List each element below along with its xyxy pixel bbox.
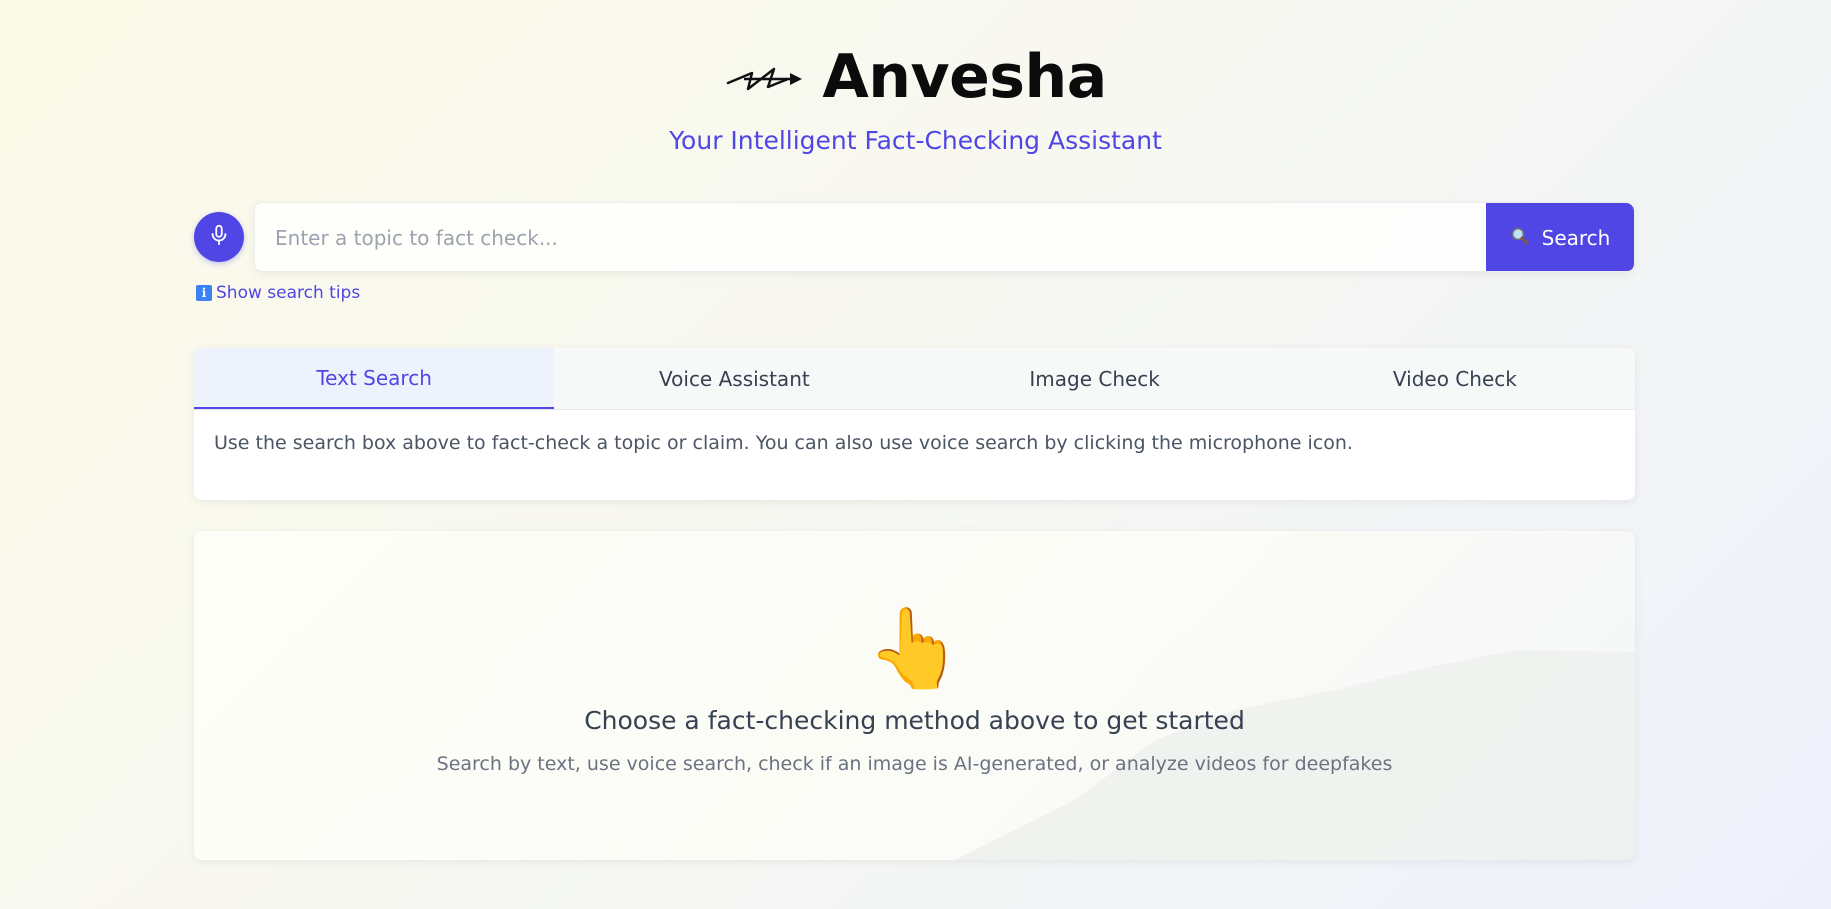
search-input[interactable] <box>255 203 1488 271</box>
app-subtitle: Your Intelligent Fact-Checking Assistant <box>669 126 1162 155</box>
header: Anvesha Your Intelligent Fact-Checking A… <box>0 38 1831 155</box>
arrow-scribble-icon <box>724 55 808 99</box>
tab-bar: Text Search Voice Assistant Image Check … <box>194 348 1635 410</box>
search-button-label: Search <box>1541 226 1611 250</box>
info-icon: i <box>196 285 212 301</box>
search-box: Search <box>254 202 1635 272</box>
tabs-card: Text Search Voice Assistant Image Check … <box>194 348 1635 500</box>
search-tips-link[interactable]: i Show search tips <box>196 283 360 303</box>
tab-content-text: Use the search box above to fact-check a… <box>214 432 1353 454</box>
tab-text-search[interactable]: Text Search <box>194 348 555 409</box>
brand: Anvesha <box>724 38 1107 116</box>
empty-state-card: 👆 Choose a fact-checking method above to… <box>194 531 1635 860</box>
tab-video-check[interactable]: Video Check <box>1275 348 1635 409</box>
empty-state-title: Choose a fact-checking method above to g… <box>584 706 1245 735</box>
microphone-button[interactable] <box>194 212 244 262</box>
tab-image-check[interactable]: Image Check <box>915 348 1275 409</box>
microphone-icon <box>208 224 230 250</box>
app-title: Anvesha <box>822 42 1107 112</box>
tab-voice-assistant[interactable]: Voice Assistant <box>554 348 914 409</box>
page: Anvesha Your Intelligent Fact-Checking A… <box>0 0 1831 909</box>
search-row: Search <box>194 202 1635 272</box>
search-tips-label: Show search tips <box>216 283 361 303</box>
pointing-hand-icon: 👆 <box>865 604 964 694</box>
empty-state-description: Search by text, use voice search, check … <box>436 753 1393 775</box>
magnifier-icon <box>1510 226 1530 251</box>
search-button[interactable]: Search <box>1486 203 1634 271</box>
